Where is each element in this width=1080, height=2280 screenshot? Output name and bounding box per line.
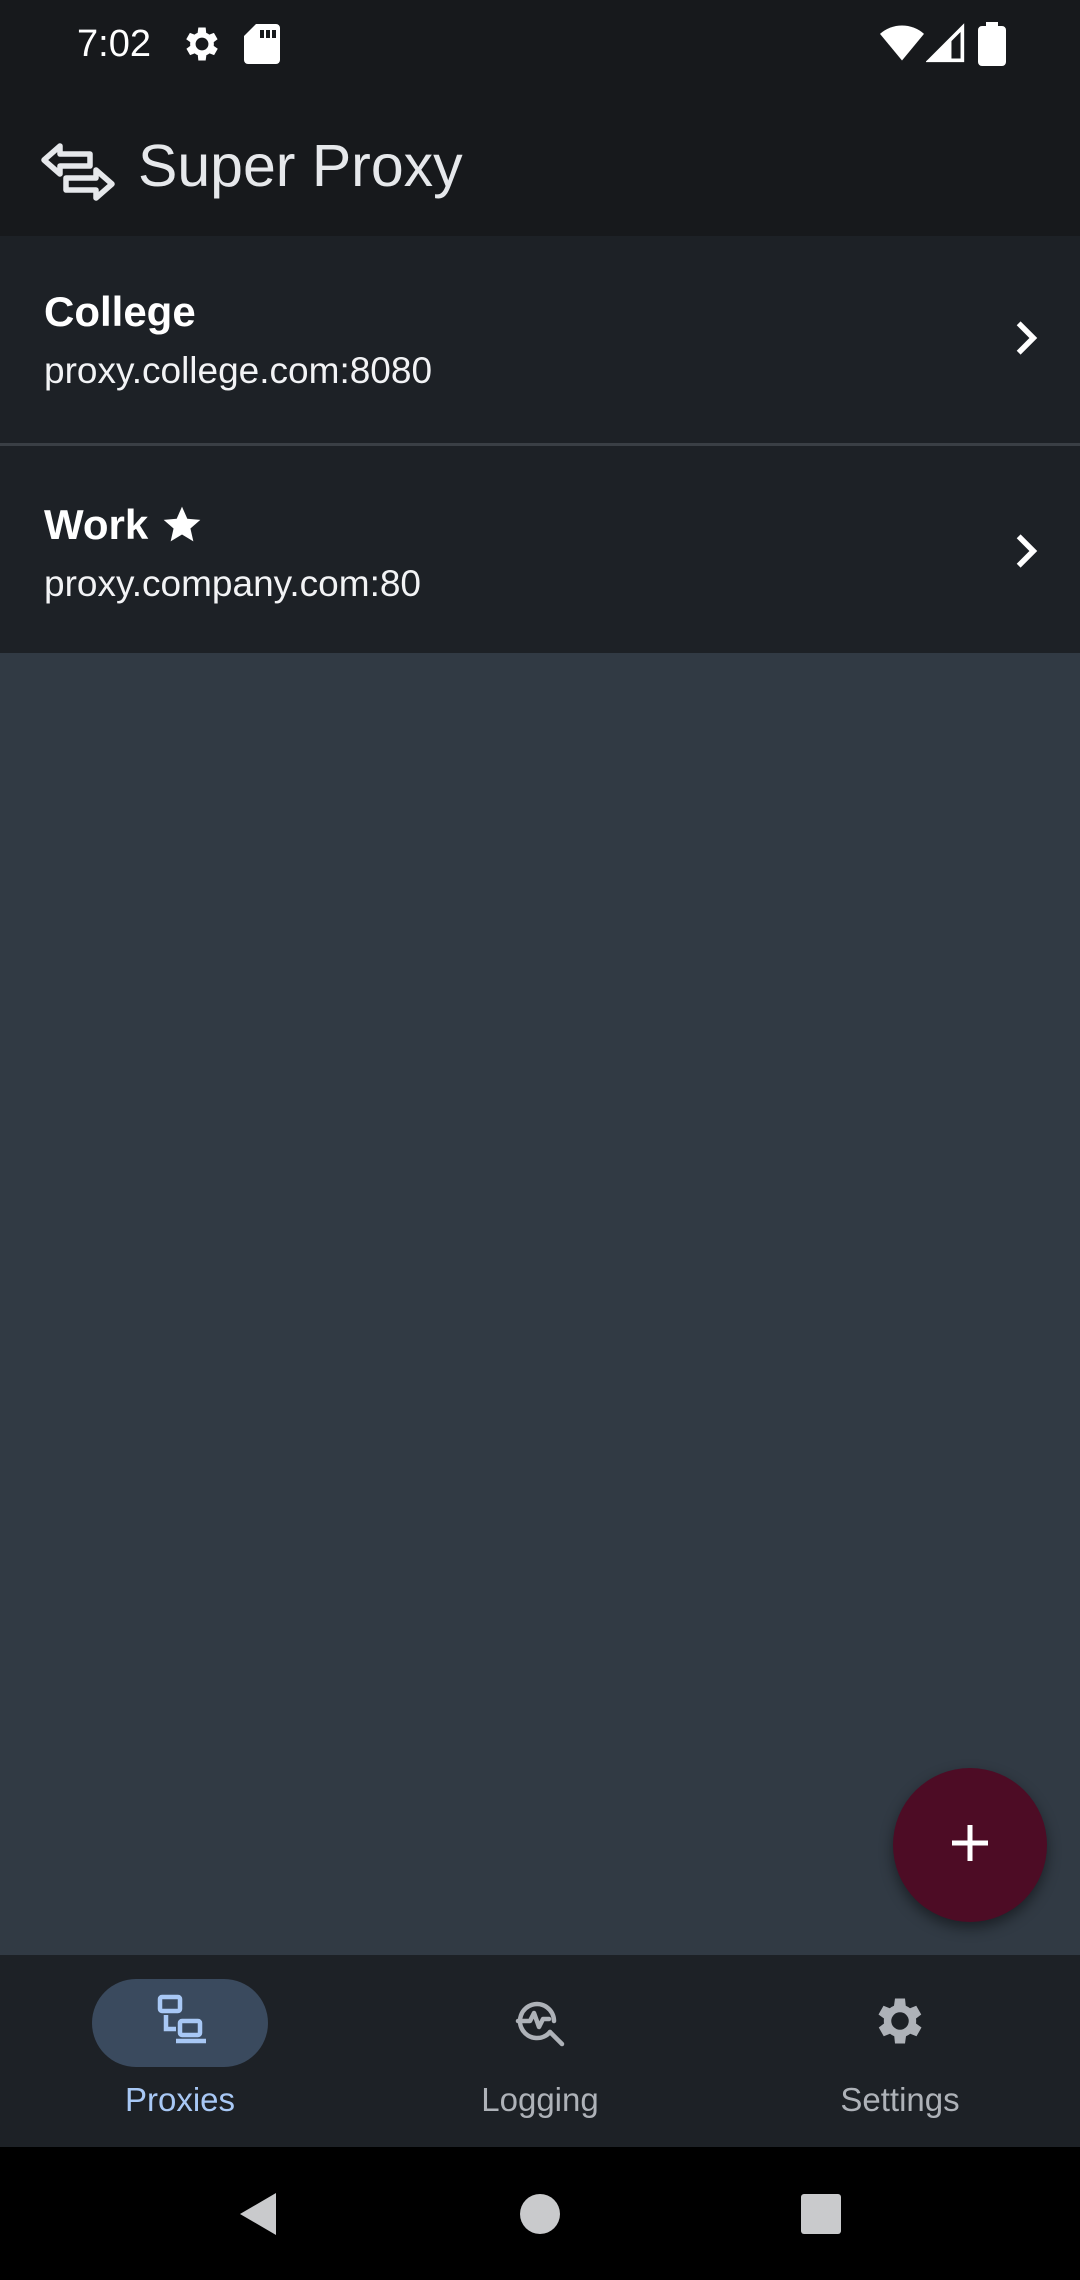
chevron-right-icon: [1004, 316, 1048, 360]
proxy-host: proxy.company.com:80: [44, 563, 422, 604]
app-bar: Super Proxy: [0, 88, 1080, 236]
proxy-item-college[interactable]: College proxy.college.com:8080: [0, 236, 1080, 443]
add-proxy-button[interactable]: [893, 1768, 1047, 1922]
proxy-name-text: Work: [44, 501, 149, 548]
proxies-icon: [150, 1991, 210, 2056]
proxy-list: College proxy.college.com:8080 Work prox…: [0, 236, 1080, 653]
proxy-name: Work: [44, 499, 204, 551]
system-nav-bar: [0, 2147, 1080, 2280]
wifi-icon: [880, 22, 924, 66]
app-title: Super Proxy: [138, 133, 463, 199]
sd-card-icon: [244, 22, 280, 66]
proxy-host: proxy.college.com:8080: [44, 350, 433, 391]
battery-icon: [978, 22, 1006, 66]
recents-icon[interactable]: [796, 2189, 846, 2239]
swap-arrows-icon: [38, 132, 118, 212]
plus-icon: [946, 1819, 994, 1872]
nav-pill: [452, 1979, 628, 2067]
nav-item-logging[interactable]: Logging: [360, 1955, 720, 2147]
bottom-nav: Proxies Logging Settings: [0, 1955, 1080, 2147]
proxy-name-text: College: [44, 288, 196, 335]
nav-label-settings: Settings: [840, 2081, 960, 2118]
proxy-item-work[interactable]: Work proxy.company.com:80: [0, 443, 1080, 653]
nav-item-settings[interactable]: Settings: [720, 1955, 1080, 2147]
nav-label-logging: Logging: [481, 2081, 599, 2118]
nav-active-indicator: [92, 1979, 268, 2067]
settings-gear-icon: [180, 22, 224, 66]
logging-icon: [510, 1991, 570, 2056]
screen: 7:02 Super Proxy College proxy.college.c…: [0, 0, 1080, 2280]
back-icon[interactable]: [234, 2189, 284, 2239]
chevron-right-icon: [1004, 529, 1048, 573]
home-icon[interactable]: [515, 2189, 565, 2239]
nav-item-proxies[interactable]: Proxies: [0, 1955, 360, 2147]
nav-pill: [812, 1979, 988, 2067]
signal-icon: [926, 22, 966, 66]
status-time: 7:02: [77, 23, 151, 65]
nav-label-proxies: Proxies: [124, 2081, 236, 2118]
default-star-icon: [160, 503, 204, 547]
proxy-name: College: [44, 286, 196, 338]
status-bar: 7:02: [0, 0, 1080, 88]
settings-icon: [870, 1991, 930, 2056]
